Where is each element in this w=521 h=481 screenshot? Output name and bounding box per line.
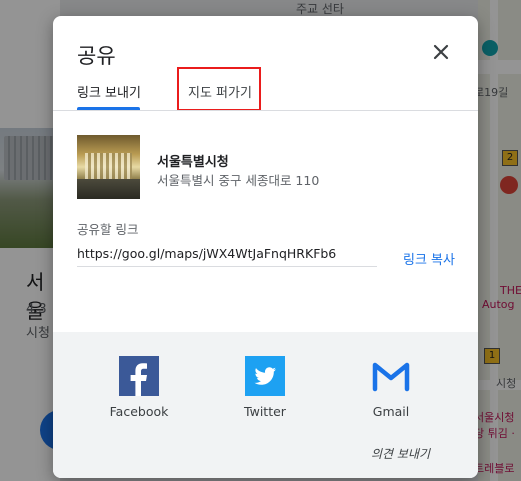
share-link-label: 공유할 링크 bbox=[77, 222, 139, 237]
place-thumbnail bbox=[77, 135, 140, 199]
share-gmail-label: Gmail bbox=[372, 404, 410, 419]
share-facebook-label: Facebook bbox=[109, 404, 169, 419]
place-name: 서울특별시청 bbox=[157, 155, 229, 170]
place-address: 서울특별시 중구 세종대로 110 bbox=[157, 173, 320, 188]
share-twitter-label: Twitter bbox=[244, 404, 286, 419]
tab-send-link[interactable]: 링크 보내기 bbox=[77, 82, 141, 101]
close-button[interactable] bbox=[427, 38, 455, 66]
share-dialog: 공유 링크 보내기 지도 퍼가기 서울특별시청 서울특별시 중구 세종대로 11… bbox=[53, 16, 478, 478]
share-link-field[interactable]: https://goo.gl/maps/jWX4WtJaFnqHRKFb6 bbox=[77, 246, 377, 267]
gmail-icon bbox=[372, 362, 410, 392]
copy-link-button[interactable]: 링크 복사 bbox=[403, 249, 455, 268]
tab-divider bbox=[53, 110, 478, 111]
send-feedback-link[interactable]: 의견 보내기 bbox=[371, 445, 430, 462]
share-twitter-button[interactable]: Twitter bbox=[220, 356, 310, 419]
close-icon bbox=[433, 44, 449, 60]
facebook-icon bbox=[119, 356, 159, 396]
twitter-icon bbox=[245, 356, 285, 396]
highlight-box bbox=[177, 67, 261, 111]
share-gmail-button[interactable]: Gmail bbox=[346, 356, 436, 419]
share-facebook-button[interactable]: Facebook bbox=[94, 356, 184, 419]
share-options-panel: Facebook Twitter Gmail 의견 보내기 bbox=[53, 332, 478, 478]
dialog-title: 공유 bbox=[77, 44, 116, 68]
